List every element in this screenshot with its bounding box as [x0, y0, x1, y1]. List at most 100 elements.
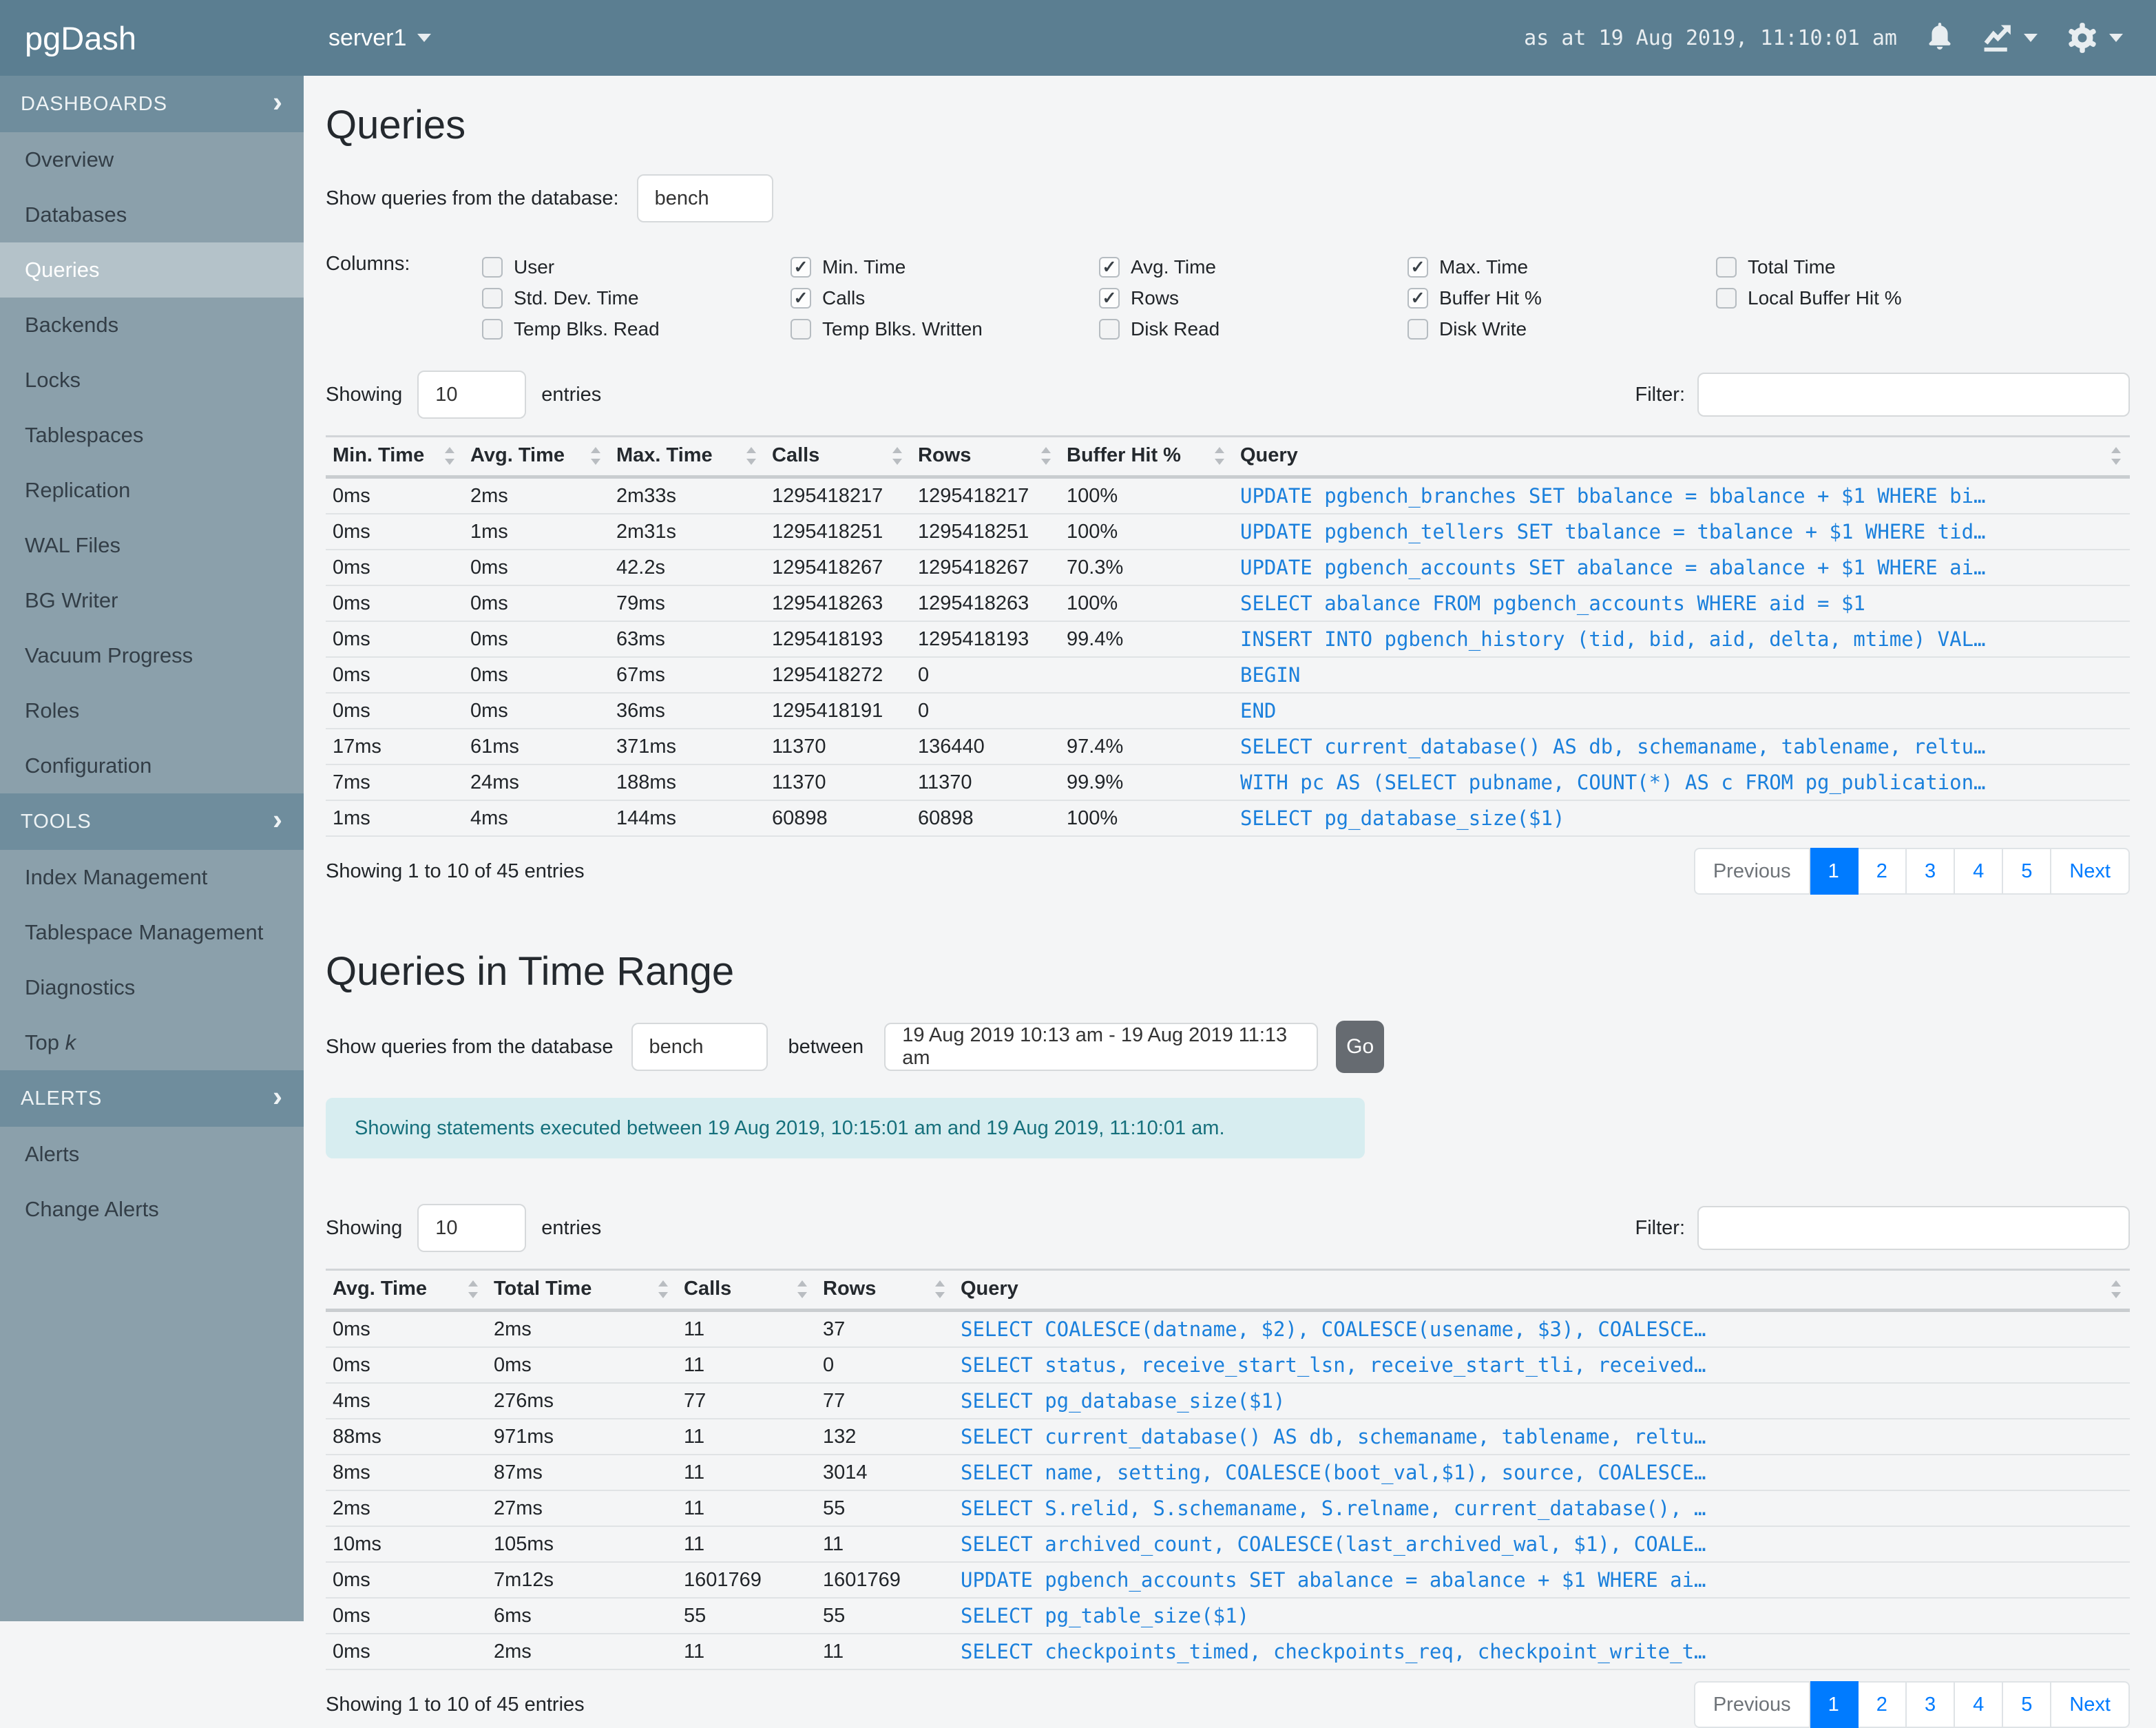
column-toggle-calls[interactable]: ✓ Calls — [791, 282, 1099, 313]
sidebar-item-vacuum-progress[interactable]: Vacuum Progress — [0, 628, 304, 683]
query-link[interactable]: BEGIN — [1233, 656, 2130, 693]
checkbox-unchecked-icon[interactable] — [791, 318, 811, 340]
pagination-page-1[interactable]: 1 — [1810, 848, 1859, 895]
column-toggle-user[interactable]: User — [482, 251, 791, 282]
query-link[interactable]: SELECT pg_database_size($1) — [954, 1382, 2130, 1419]
sidebar-item-diagnostics[interactable]: Diagnostics — [0, 960, 304, 1015]
sidebar-item-alerts[interactable]: Alerts — [0, 1127, 304, 1182]
time-range-database-select[interactable]: bench — [631, 1023, 768, 1071]
filter-input[interactable] — [1697, 1206, 2130, 1250]
query-link[interactable]: SELECT checkpoints_timed, checkpoints_re… — [954, 1633, 2130, 1669]
sort-icon[interactable] — [933, 1279, 947, 1300]
sidebar-section-alerts[interactable]: ALERTS › — [0, 1070, 304, 1127]
column-header-calls[interactable]: Calls — [677, 1269, 816, 1312]
charts-menu-button[interactable] — [1982, 22, 2038, 54]
go-button[interactable]: Go — [1336, 1021, 1385, 1073]
query-link[interactable]: END — [1233, 692, 2130, 729]
query-link[interactable]: UPDATE pgbench_branches SET bbalance = b… — [1233, 477, 2130, 514]
checkbox-unchecked-icon[interactable] — [482, 318, 503, 340]
query-link[interactable]: SELECT current_database() AS db, scheman… — [1233, 728, 2130, 764]
brand[interactable]: pgDash — [0, 19, 304, 57]
pagination-previous[interactable]: Previous — [1693, 848, 1810, 895]
query-link[interactable]: SELECT name, setting, COALESCE(boot_val,… — [954, 1454, 2130, 1490]
pagination-page-4[interactable]: 4 — [1955, 848, 2004, 895]
sidebar-item-replication[interactable]: Replication — [0, 463, 304, 518]
sidebar-item-backends[interactable]: Backends — [0, 298, 304, 353]
pagination-page-4[interactable]: 4 — [1955, 1681, 2004, 1728]
sort-icon[interactable] — [443, 446, 457, 466]
sort-icon[interactable] — [466, 1279, 480, 1300]
query-link[interactable]: SELECT S.relid, S.schemaname, S.relname,… — [954, 1490, 2130, 1526]
query-link[interactable]: UPDATE pgbench_tellers SET tbalance = tb… — [1233, 513, 2130, 550]
checkbox-checked-icon[interactable]: ✓ — [791, 287, 811, 309]
pagination-page-2[interactable]: 2 — [1858, 848, 1907, 895]
pagination-page-3[interactable]: 3 — [1906, 1681, 1956, 1728]
filter-input[interactable] — [1697, 373, 2130, 417]
column-header-total-time[interactable]: Total Time — [487, 1269, 677, 1312]
page-size-select[interactable]: 10 — [417, 1204, 527, 1252]
pagination-page-1[interactable]: 1 — [1810, 1681, 1859, 1728]
query-link[interactable]: SELECT COALESCE(datname, $2), COALESCE(u… — [954, 1311, 2130, 1348]
sort-icon[interactable] — [2109, 1279, 2123, 1300]
column-toggle-total-time[interactable]: Total Time — [1716, 251, 2024, 282]
sort-icon[interactable] — [744, 446, 758, 466]
checkbox-checked-icon[interactable]: ✓ — [1407, 287, 1428, 309]
column-toggle-disk-read[interactable]: Disk Read — [1099, 313, 1407, 344]
pagination-previous[interactable]: Previous — [1693, 1681, 1810, 1728]
query-link[interactable]: INSERT INTO pgbench_history (tid, bid, a… — [1233, 621, 2130, 657]
column-header-max-time[interactable]: Max. Time — [609, 435, 765, 479]
sidebar-item-databases[interactable]: Databases — [0, 187, 304, 242]
column-header-avg-time[interactable]: Avg. Time — [463, 435, 609, 479]
database-select[interactable]: bench — [636, 174, 773, 222]
sidebar-item-tablespaces[interactable]: Tablespaces — [0, 408, 304, 463]
column-toggle-local-buffer-hit[interactable]: Local Buffer Hit % — [1716, 282, 2024, 313]
server-selector[interactable]: server1 — [328, 25, 432, 52]
column-header-avg-time[interactable]: Avg. Time — [326, 1269, 487, 1312]
notifications-button[interactable] — [1925, 21, 1955, 54]
sidebar-item-index-management[interactable]: Index Management — [0, 850, 304, 905]
pagination-page-2[interactable]: 2 — [1858, 1681, 1907, 1728]
column-toggle-max-time[interactable]: ✓ Max. Time — [1407, 251, 1716, 282]
checkbox-unchecked-icon[interactable] — [1407, 318, 1428, 340]
column-toggle-rows[interactable]: ✓ Rows — [1099, 282, 1407, 313]
sort-icon[interactable] — [656, 1279, 670, 1300]
sidebar-section-tools[interactable]: TOOLS › — [0, 793, 304, 850]
pagination-page-5[interactable]: 5 — [2003, 848, 2052, 895]
sidebar-item-top-k[interactable]: Top k — [0, 1015, 304, 1070]
sidebar-item-tablespace-management[interactable]: Tablespace Management — [0, 905, 304, 960]
column-header-query[interactable]: Query — [954, 1269, 2130, 1312]
query-link[interactable]: UPDATE pgbench_accounts SET abalance = a… — [954, 1561, 2130, 1598]
column-header-rows[interactable]: Rows — [911, 435, 1060, 479]
settings-menu-button[interactable] — [2065, 21, 2123, 55]
checkbox-checked-icon[interactable]: ✓ — [791, 256, 811, 278]
column-header-buffer-hit[interactable]: Buffer Hit % — [1060, 435, 1233, 479]
query-link[interactable]: SELECT archived_count, COALESCE(last_arc… — [954, 1526, 2130, 1562]
checkbox-unchecked-icon[interactable] — [1716, 287, 1737, 309]
sidebar-item-roles[interactable]: Roles — [0, 683, 304, 738]
column-toggle-temp-blks-read[interactable]: Temp Blks. Read — [482, 313, 791, 344]
sidebar-section-dashboards[interactable]: DASHBOARDS › — [0, 76, 304, 132]
query-link[interactable]: SELECT abalance FROM pgbench_accounts WH… — [1233, 585, 2130, 621]
sort-icon[interactable] — [795, 1279, 809, 1300]
column-toggle-std-dev-time[interactable]: Std. Dev. Time — [482, 282, 791, 313]
sidebar-item-queries[interactable]: Queries — [0, 242, 304, 298]
sort-icon[interactable] — [890, 446, 904, 466]
sidebar-item-wal-files[interactable]: WAL Files — [0, 518, 304, 573]
page-size-select[interactable]: 10 — [417, 371, 527, 419]
column-toggle-buffer-hit[interactable]: ✓ Buffer Hit % — [1407, 282, 1716, 313]
column-toggle-temp-blks-written[interactable]: Temp Blks. Written — [791, 313, 1099, 344]
query-link[interactable]: UPDATE pgbench_accounts SET abalance = a… — [1233, 549, 2130, 585]
column-toggle-avg-time[interactable]: ✓ Avg. Time — [1099, 251, 1407, 282]
date-range-input[interactable]: 19 Aug 2019 10:13 am - 19 Aug 2019 11:13… — [884, 1023, 1319, 1071]
sidebar-item-overview[interactable]: Overview — [0, 132, 304, 187]
checkbox-checked-icon[interactable]: ✓ — [1099, 256, 1120, 278]
sort-icon[interactable] — [2109, 446, 2123, 466]
pagination-next[interactable]: Next — [2051, 848, 2130, 895]
query-link[interactable]: WITH pc AS (SELECT pubname, COUNT(*) AS … — [1233, 764, 2130, 800]
pagination-page-5[interactable]: 5 — [2003, 1681, 2052, 1728]
column-toggle-min-time[interactable]: ✓ Min. Time — [791, 251, 1099, 282]
query-link[interactable]: SELECT status, receive_start_lsn, receiv… — [954, 1346, 2130, 1383]
checkbox-unchecked-icon[interactable] — [482, 256, 503, 278]
checkbox-checked-icon[interactable]: ✓ — [1407, 256, 1428, 278]
sort-icon[interactable] — [1039, 446, 1053, 466]
